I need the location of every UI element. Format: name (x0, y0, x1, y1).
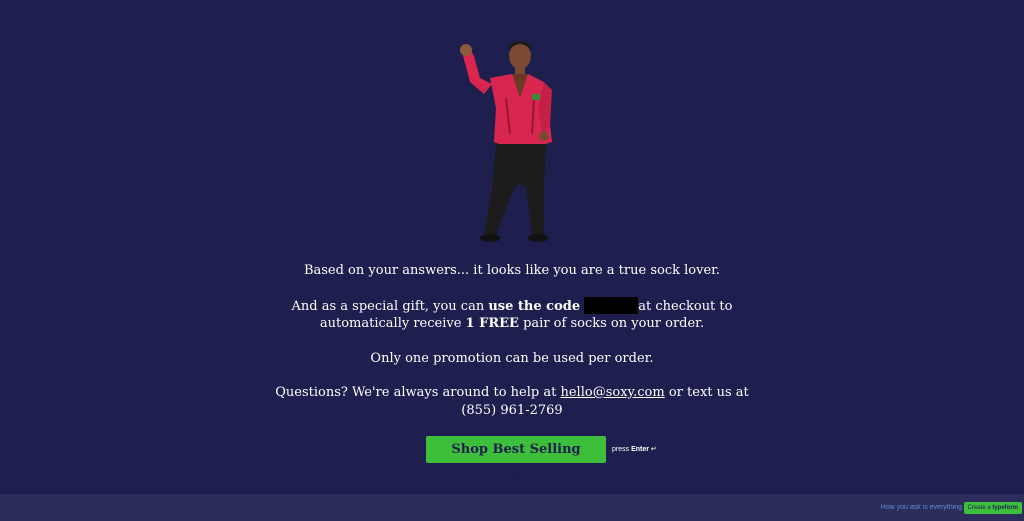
hint-prefix: press (612, 446, 632, 453)
promo-note: Only one promotion can be used per order… (370, 350, 654, 366)
questions-prefix: Questions? We're always around to help a… (275, 385, 561, 400)
shop-best-selling-button[interactable]: Shop Best Selling Socks! (426, 436, 606, 484)
press-enter-hint: press Enter ↵ (612, 445, 657, 453)
thank-you-screen: Based on your answers... it looks like y… (0, 0, 1024, 494)
sock-lover-text: Based on your answers... it looks like y… (303, 263, 721, 278)
footer-bar: How you ask is everything Create a typef… (0, 494, 1024, 521)
gift-paragraph: And as a special gift, you can use the c… (0, 296, 1024, 333)
gift-suffix: at checkout to (638, 298, 733, 314)
badge-prefix: Create a (967, 505, 993, 511)
gift-prefix: And as a special gift, you can (291, 298, 489, 314)
phone-number: (855) 961-2769 (461, 402, 563, 418)
gift-line2-suffix: pair of socks on your order. (518, 316, 705, 331)
redacted-code (584, 296, 639, 314)
cta-row: Shop Best Selling Socks! press Enter ↵ (0, 436, 1024, 484)
hint-key: Enter (631, 446, 649, 453)
enter-icon: ↵ (650, 446, 657, 453)
create-typeform-badge[interactable]: Create a typeform (963, 502, 1022, 514)
gift-code-label: use the code (488, 298, 581, 314)
free-pair-label: 1 FREE (465, 316, 519, 331)
email-link[interactable]: hello@soxy.com (560, 385, 664, 400)
dancing-man-figure (460, 41, 552, 242)
questions-suffix: or text us at (664, 385, 749, 400)
typeform-tagline-link[interactable]: How you ask is everything (881, 504, 962, 511)
badge-brand: typeform (992, 505, 1018, 511)
questions-paragraph: Questions? We're always around to help a… (0, 384, 1024, 419)
gift-line2-prefix: automatically receive (319, 316, 466, 331)
message-block: Based on your answers... it looks like y… (0, 262, 1024, 436)
hero-image (440, 38, 570, 248)
